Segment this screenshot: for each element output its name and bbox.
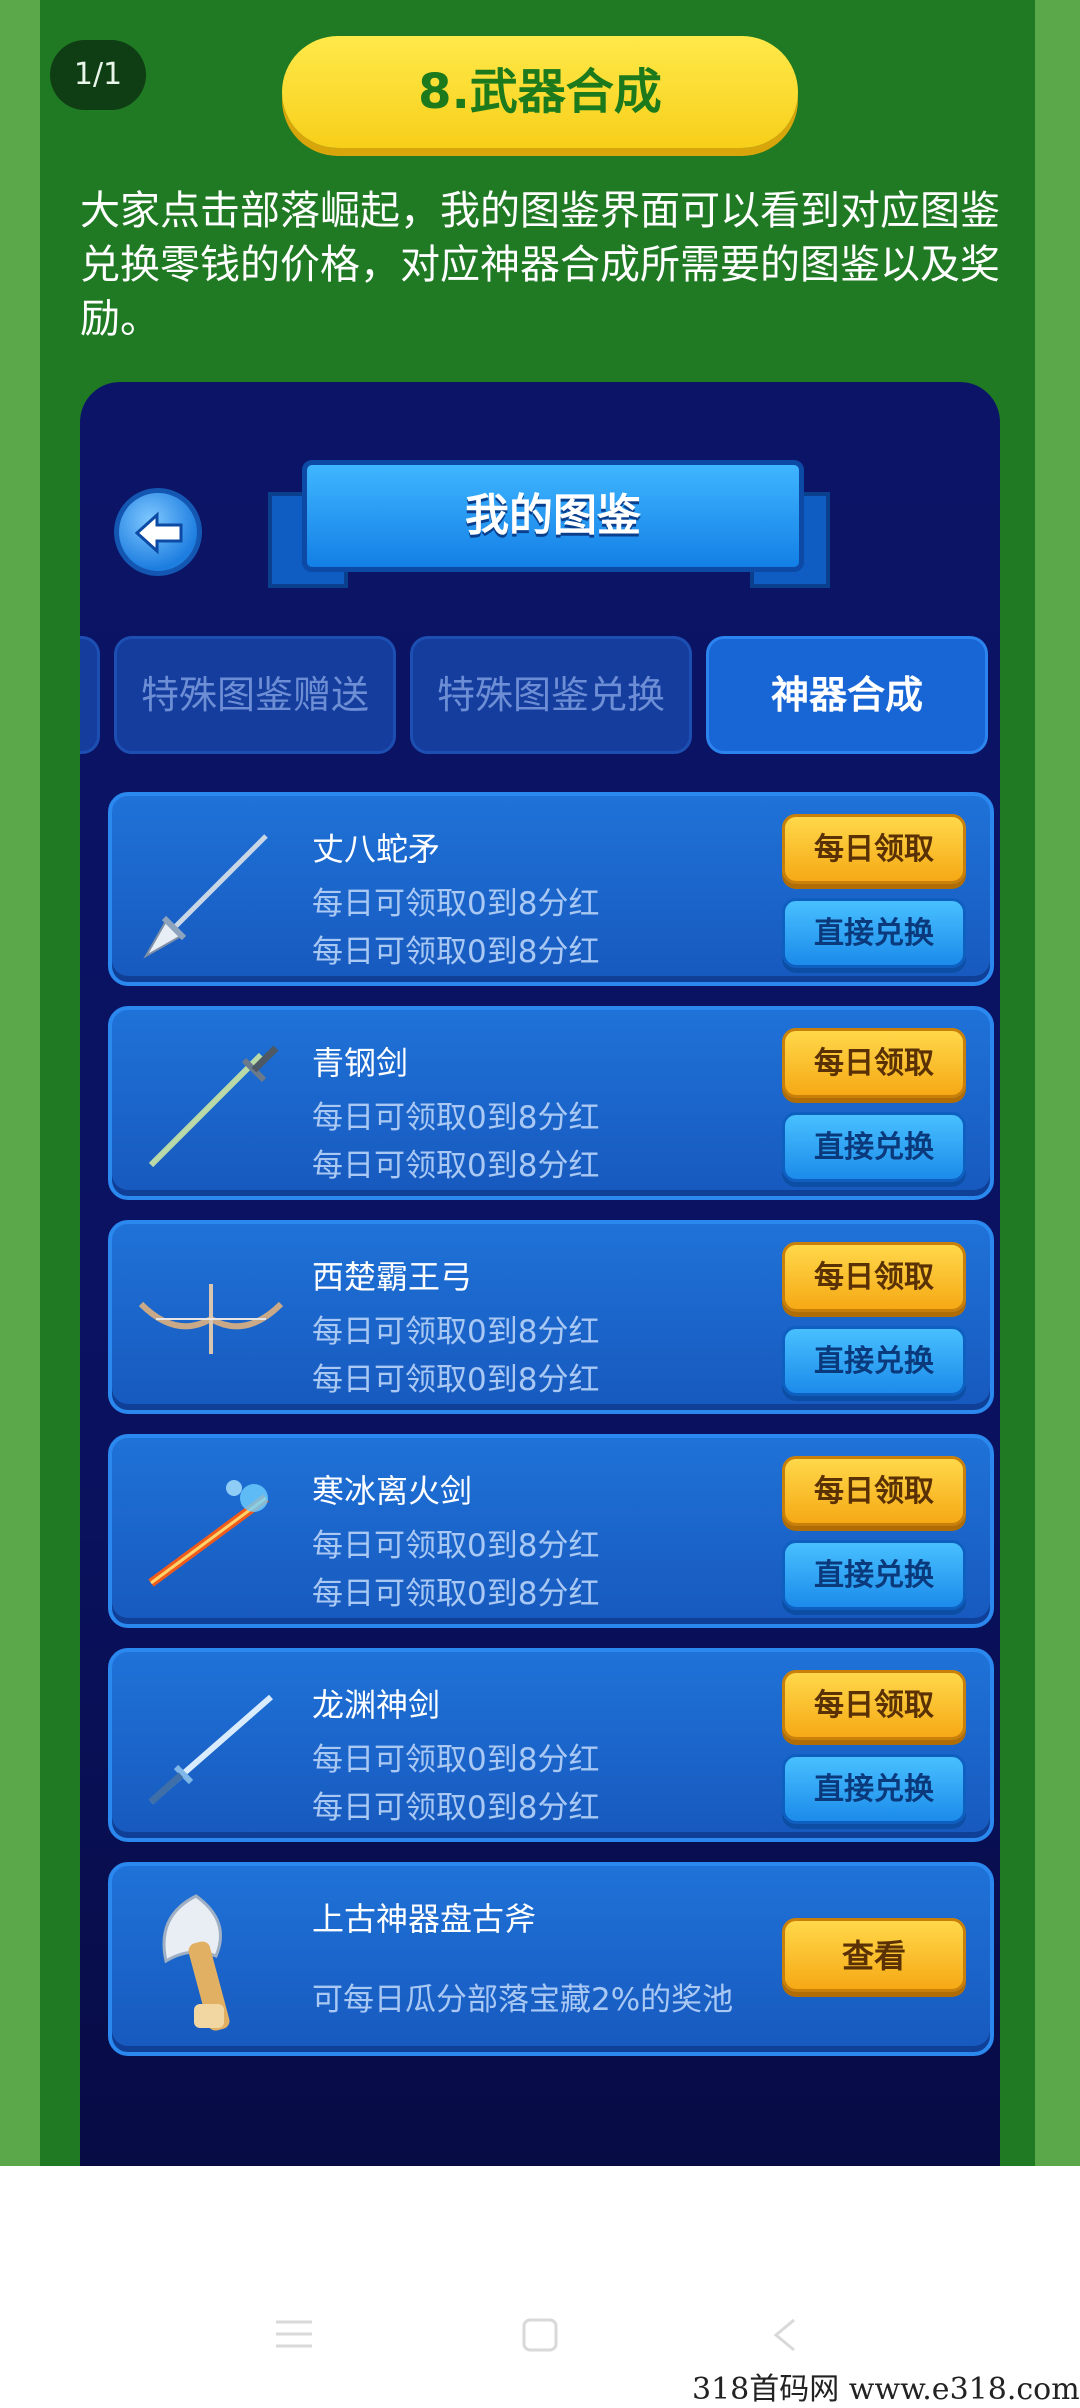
- intro-text: 大家点击部落崛起，我的图鉴界面可以看到对应图鉴兑换零钱的价格，对应神器合成所需要…: [80, 188, 1000, 342]
- artifact-name: 上古神器盘古斧: [312, 1900, 537, 1938]
- home-icon[interactable]: [520, 2316, 560, 2354]
- daily-claim-button[interactable]: 每日领取: [782, 1242, 966, 1312]
- back-button[interactable]: [114, 488, 202, 576]
- item-desc-line2: 每日可领取0到8分红: [312, 934, 600, 970]
- item-name: 青钢剑: [312, 1044, 409, 1082]
- artifact-description: 可每日瓜分部落宝藏2%的奖池: [312, 1982, 734, 2018]
- divine-sword-icon: [148, 1694, 273, 1805]
- bow-icon: [138, 1284, 284, 1354]
- artifact-card: 上古神器盘古斧 可每日瓜分部落宝藏2%的奖池 查看: [108, 1862, 994, 2056]
- item-desc-line1: 每日可领取0到8分红: [312, 1528, 600, 1564]
- tab-offscreen[interactable]: [80, 636, 100, 754]
- direct-exchange-button[interactable]: 直接兑换: [782, 898, 966, 968]
- item-card: 青钢剑 每日可领取0到8分红 每日可领取0到8分红 每日领取 直接兑换: [108, 1006, 994, 1200]
- daily-claim-button[interactable]: 每日领取: [782, 1670, 966, 1740]
- section-title: 8.武器合成: [282, 36, 798, 148]
- axe-icon: [162, 1894, 230, 2031]
- item-name: 丈八蛇矛: [312, 830, 441, 868]
- item-card: 西楚霸王弓 每日可领取0到8分红 每日可领取0到8分红 每日领取 直接兑换: [108, 1220, 994, 1414]
- daily-claim-button[interactable]: 每日领取: [782, 814, 966, 884]
- back-nav-icon[interactable]: [770, 2316, 800, 2354]
- direct-exchange-button[interactable]: 直接兑换: [782, 1326, 966, 1396]
- back-arrow-icon: [134, 511, 183, 555]
- watermark: 318首码网 www.e318.com: [692, 2372, 1080, 2407]
- panel-title: 我的图鉴: [302, 460, 804, 572]
- item-desc-line1: 每日可领取0到8分红: [312, 1100, 600, 1136]
- item-desc-line2: 每日可领取0到8分红: [312, 1148, 600, 1184]
- menu-icon[interactable]: [272, 2316, 316, 2352]
- tab-artifact-synthesis[interactable]: 神器合成: [706, 636, 988, 754]
- item-card: 龙渊神剑 每日可领取0到8分红 每日可领取0到8分红 每日领取 直接兑换: [108, 1648, 994, 1842]
- item-name: 龙渊神剑: [312, 1686, 441, 1724]
- item-card: 寒冰离火剑 每日可领取0到8分红 每日可领取0到8分红 每日领取 直接兑换: [108, 1434, 994, 1628]
- item-desc-line2: 每日可领取0到8分红: [312, 1362, 600, 1398]
- item-card: 丈八蛇矛 每日可领取0到8分红 每日可领取0到8分红 每日领取 直接兑换: [108, 792, 994, 986]
- daily-claim-button[interactable]: 每日领取: [782, 1028, 966, 1098]
- item-desc-line1: 每日可领取0到8分红: [312, 1742, 600, 1778]
- tab-special-gift[interactable]: 特殊图鉴赠送: [114, 636, 396, 754]
- daily-claim-button[interactable]: 每日领取: [782, 1456, 966, 1526]
- direct-exchange-button[interactable]: 直接兑换: [782, 1112, 966, 1182]
- flame-sword-icon: [148, 1480, 269, 1587]
- item-name: 寒冰离火剑: [312, 1472, 473, 1510]
- sword-icon: [148, 1045, 279, 1168]
- item-desc-line1: 每日可领取0到8分红: [312, 1314, 600, 1350]
- tab-special-exchange[interactable]: 特殊图鉴兑换: [410, 636, 692, 754]
- direct-exchange-button[interactable]: 直接兑换: [782, 1754, 966, 1824]
- view-button[interactable]: 查看: [782, 1918, 966, 1992]
- item-desc-line2: 每日可领取0到8分红: [312, 1790, 600, 1826]
- direct-exchange-button[interactable]: 直接兑换: [782, 1540, 966, 1610]
- item-desc-line1: 每日可领取0到8分红: [312, 886, 600, 922]
- item-name: 西楚霸王弓: [312, 1258, 473, 1296]
- game-screenshot-panel: 我的图鉴 特殊图鉴赠送 特殊图鉴兑换 神器合成 丈八蛇矛 每日可领取0到8分红 …: [80, 382, 1000, 2166]
- spear-icon: [143, 834, 268, 959]
- page-counter: 1/1: [50, 40, 146, 110]
- item-desc-line2: 每日可领取0到8分红: [312, 1576, 600, 1612]
